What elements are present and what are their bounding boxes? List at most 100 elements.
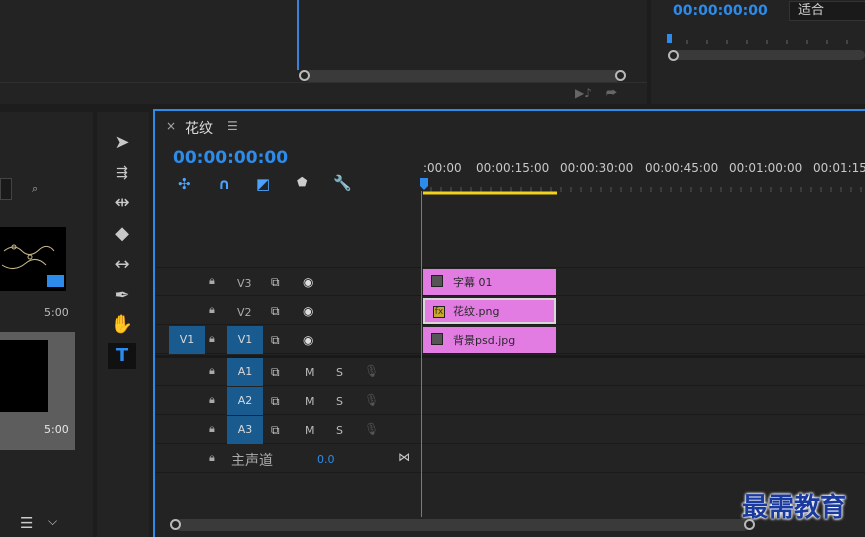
slip-tool-icon[interactable]: ↔ — [108, 252, 136, 278]
razor-tool-icon[interactable]: ◆ — [108, 221, 136, 247]
clip-label: 背景psd.jpg — [453, 334, 516, 347]
project-bin: ⌕ 5:00 5:00 ☰ ⌵ — [0, 112, 93, 537]
divider — [0, 82, 647, 83]
fx-badge — [431, 333, 443, 345]
source-zoom-scrollbar[interactable] — [305, 70, 621, 82]
program-scroll-handle[interactable] — [668, 50, 679, 61]
lock-icon[interactable]: 🔒︎ — [209, 274, 215, 288]
timeline-zoom-scrollbar[interactable] — [175, 519, 749, 531]
close-tab-icon[interactable]: × — [166, 119, 176, 133]
solo-button[interactable]: S — [336, 366, 343, 379]
fit-zoom-icon[interactable]: ⋈ — [398, 450, 410, 464]
fx-badge — [431, 275, 443, 287]
track-row-a2: 🔒︎ A2 ⧉ M S 🎙︎ — [155, 387, 865, 415]
lock-icon[interactable]: 🔒︎ — [209, 303, 215, 317]
program-zoom-scrollbar[interactable] — [673, 50, 865, 60]
eye-icon[interactable]: ◉ — [303, 275, 313, 289]
track-name[interactable]: V3 — [237, 277, 252, 290]
fx-badge: fx — [433, 306, 445, 318]
find-icon[interactable]: ⌕ — [32, 182, 48, 195]
film-icon — [47, 275, 64, 287]
track-select-tool-icon[interactable]: ⇶ — [108, 160, 136, 186]
pen-tool-icon[interactable]: ✒ — [108, 283, 136, 309]
search-input[interactable] — [0, 178, 12, 200]
mute-button[interactable]: M — [305, 395, 315, 408]
microphone-icon[interactable]: 🎙︎ — [364, 364, 379, 378]
list-view-icon[interactable]: ☰ — [20, 514, 33, 532]
eye-icon[interactable]: ◉ — [303, 304, 313, 318]
sync-icon[interactable]: ⧉ — [271, 394, 280, 409]
lock-icon[interactable]: 🔒︎ — [209, 393, 215, 407]
microphone-icon[interactable]: 🎙︎ — [364, 393, 379, 407]
program-ruler[interactable] — [665, 34, 861, 44]
clip-flower[interactable]: fx 花纹.png — [423, 298, 556, 324]
solo-button[interactable]: S — [336, 424, 343, 437]
track-row-master: 🔒︎ 主声道 0.0 ⋈ — [155, 445, 865, 473]
sort-dropdown-icon[interactable]: ⌵ — [48, 514, 57, 529]
ruler-label: 00:00:30:00 — [560, 161, 634, 175]
clip-thumbnail-dark — [0, 340, 48, 412]
playhead-line[interactable] — [421, 191, 422, 517]
settings-wrench-icon[interactable]: 🔧 — [333, 174, 352, 192]
fit-dropdown[interactable]: 适合 — [789, 1, 865, 21]
snap-magnet-icon[interactable]: ∩ — [218, 175, 230, 193]
hand-tool-icon[interactable]: ✋ — [108, 312, 136, 338]
source-patch-v1[interactable]: V1 — [169, 326, 205, 354]
timeline-timecode[interactable]: 00:00:00:00 — [173, 148, 288, 168]
master-track-name: 主声道 — [231, 453, 273, 469]
track-row-a3: 🔒︎ A3 ⧉ M S 🎙︎ — [155, 416, 865, 444]
type-tool-icon[interactable]: T — [108, 343, 136, 369]
mute-button[interactable]: M — [305, 366, 315, 379]
mute-button[interactable]: M — [305, 424, 315, 437]
selection-tool-icon[interactable]: ➤ — [108, 130, 136, 156]
ruler-label: 00:00:15:00 — [476, 161, 550, 175]
track-name[interactable]: A2 — [227, 387, 263, 415]
solo-button[interactable]: S — [336, 395, 343, 408]
program-monitor: 00:00:00:00 适合 — [651, 0, 865, 104]
sync-icon[interactable]: ⧉ — [271, 365, 280, 380]
ruler-label: :00:00 — [423, 161, 462, 175]
clip-subtitle[interactable]: 字幕 01 — [423, 269, 556, 295]
export-frame-icon[interactable]: ▶♪ — [575, 86, 592, 100]
ruler-label: 00:01:00:00 — [729, 161, 803, 175]
ripple-edit-tool-icon[interactable]: ⇹ — [108, 190, 136, 216]
insert-icon[interactable]: ⮫ — [606, 86, 617, 101]
playhead-handle[interactable] — [419, 177, 429, 191]
sync-icon[interactable]: ⧉ — [271, 423, 280, 438]
sync-icon[interactable]: ⧉ — [271, 275, 280, 290]
track-name[interactable]: A1 — [227, 358, 263, 386]
sync-icon[interactable]: ⧉ — [271, 304, 280, 319]
clip-background[interactable]: 背景psd.jpg — [423, 327, 556, 353]
ruler-label: 00:01:15:00 — [813, 161, 865, 175]
clip-duration-2: 5:00 — [44, 423, 69, 436]
panel-menu-icon[interactable]: ☰ — [227, 119, 238, 133]
lock-icon[interactable]: 🔒︎ — [209, 332, 215, 346]
source-scroll-right-handle[interactable] — [615, 70, 626, 81]
track-name[interactable]: V1 — [227, 326, 263, 354]
tools-panel: ➤ ⇶ ⇹ ◆ ↔ ✒ ✋ T — [97, 112, 149, 537]
linked-selection-icon[interactable]: ◩ — [256, 175, 270, 193]
nest-icon[interactable]: ✣ — [178, 175, 191, 193]
clip-duration: 5:00 — [44, 306, 69, 319]
scroll-left-handle[interactable] — [170, 519, 181, 530]
add-marker-icon[interactable]: ⬟ — [297, 175, 307, 189]
microphone-icon[interactable]: 🎙︎ — [364, 422, 379, 436]
track-row-a1: 🔒︎ A1 ⧉ M S 🎙︎ — [155, 358, 865, 386]
timeline-panel: × 花纹 ☰ 00:00:00:00 ✣ ∩ ◩ ⬟ 🔧 :00:00 00:0… — [153, 109, 865, 537]
source-playhead[interactable] — [297, 0, 299, 70]
lock-icon[interactable]: 🔒︎ — [209, 451, 215, 465]
lock-icon[interactable]: 🔒︎ — [209, 364, 215, 378]
lock-icon[interactable]: 🔒︎ — [209, 422, 215, 436]
eye-icon[interactable]: ◉ — [303, 333, 313, 347]
sync-icon[interactable]: ⧉ — [271, 333, 280, 348]
track-name[interactable]: A3 — [227, 416, 263, 444]
master-volume-value[interactable]: 0.0 — [317, 453, 335, 466]
source-monitor: ▶♪ ⮫ — [0, 0, 647, 104]
ruler-label: 00:00:45:00 — [645, 161, 719, 175]
source-scroll-left-handle[interactable] — [299, 70, 310, 81]
sequence-tab[interactable]: 花纹 — [185, 118, 213, 138]
track-name[interactable]: V2 — [237, 306, 252, 319]
program-timecode[interactable]: 00:00:00:00 — [673, 3, 768, 19]
watermark: 最需教育 — [742, 493, 847, 523]
clip-label: 花纹.png — [453, 305, 500, 318]
